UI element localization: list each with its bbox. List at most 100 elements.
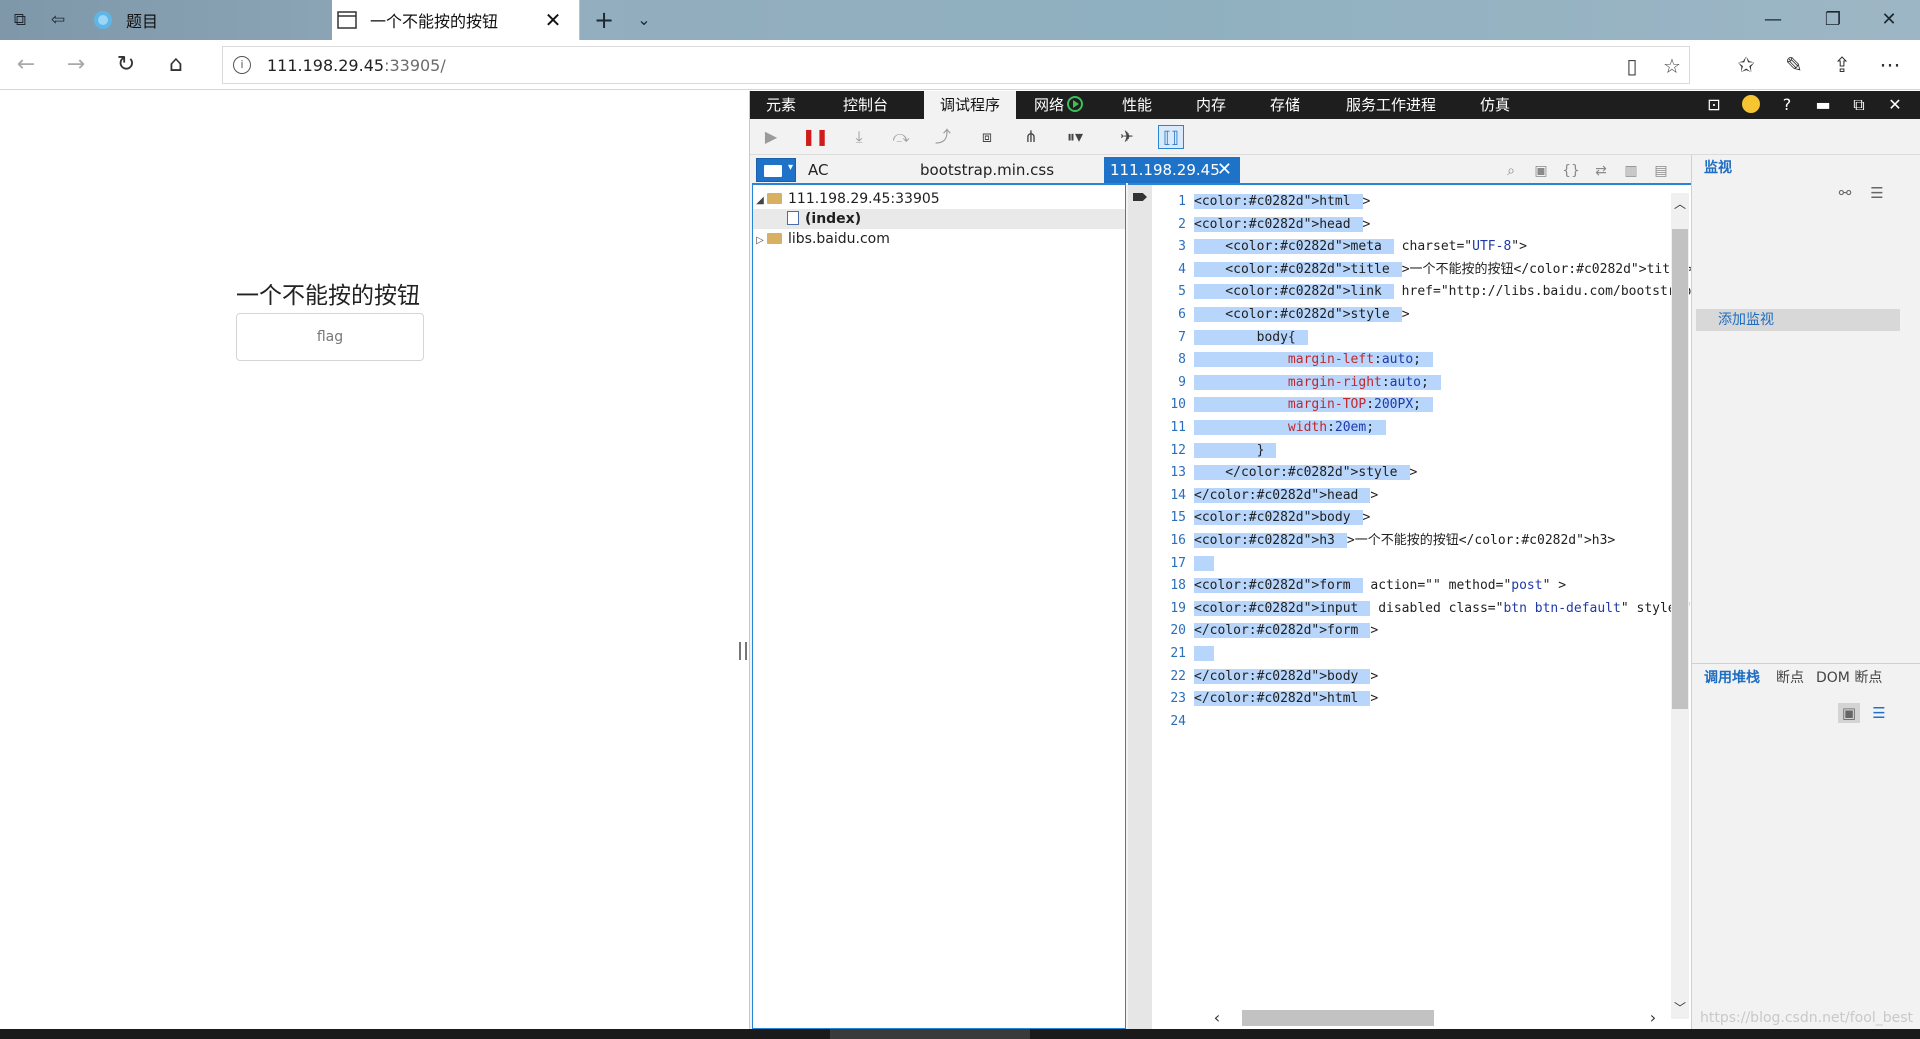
code-line[interactable]: 12 } — [1128, 440, 1688, 463]
line-number[interactable]: 24 — [1152, 711, 1186, 734]
code-line[interactable]: 24 — [1128, 711, 1688, 734]
line-number[interactable]: 4 — [1152, 259, 1186, 282]
console-toggle-icon[interactable]: ⊡ — [1701, 93, 1727, 117]
pen-icon[interactable]: ✎ — [1778, 50, 1810, 80]
scroll-up-icon[interactable]: ︿ — [1671, 195, 1689, 213]
tab-current[interactable]: 一个不能按的按钮 ✕ — [332, 0, 580, 40]
scroll-down-icon[interactable]: ﹀ — [1671, 999, 1689, 1017]
favorite-star-icon[interactable]: ☆ — [1659, 53, 1685, 79]
forward-icon[interactable]: → — [60, 50, 92, 80]
favorites-list-icon[interactable]: ✩ — [1730, 50, 1762, 80]
dock-bottom-icon[interactable]: ▬ — [1810, 93, 1836, 117]
url-text[interactable]: 111.198.29.45:33905/ — [267, 56, 446, 75]
source-map-icon[interactable]: ▤ — [1650, 161, 1672, 181]
tab-debugger[interactable]: 调试程序 — [924, 91, 1017, 119]
tree-folder-baidu[interactable]: ▷ libs.baidu.com — [753, 229, 1125, 249]
feedback-icon[interactable] — [1738, 93, 1764, 117]
code-editor[interactable]: 1 <color:#c0282d">html > 2 <color:#c0282d">h… — [1128, 183, 1692, 1029]
set-aside-tabs-icon[interactable]: ⇦ — [46, 8, 70, 32]
line-number[interactable]: 17 — [1152, 553, 1186, 576]
add-watch-button[interactable]: 添加监视 — [1696, 309, 1900, 331]
library-frames-icon[interactable]: ▣ — [1838, 703, 1860, 723]
break-on-new-worker-icon[interactable]: ⧈ — [974, 125, 1000, 149]
code-line[interactable]: 23 </color:#c0282d">html > — [1128, 688, 1688, 711]
tab-storage[interactable]: 存储 — [1270, 91, 1300, 119]
code-line[interactable]: 11 width:20em; — [1128, 417, 1688, 440]
line-number[interactable]: 1 — [1152, 191, 1186, 214]
refresh-icon[interactable]: ↻ — [110, 50, 142, 80]
save-icon[interactable]: ▣ — [1530, 161, 1552, 181]
file-tab-index[interactable]: 111.198.29.45 ✕ — [1104, 157, 1240, 183]
code-line[interactable]: 20 </color:#c0282d">form > — [1128, 620, 1688, 643]
line-number[interactable]: 3 — [1152, 236, 1186, 259]
scroll-left-icon[interactable]: ‹ — [1208, 1009, 1226, 1027]
close-icon[interactable]: ✕ — [1217, 157, 1232, 183]
line-number[interactable]: 22 — [1152, 666, 1186, 689]
new-tab-icon[interactable]: + — [590, 6, 618, 34]
delete-all-watches-icon[interactable]: ☰ — [1866, 183, 1888, 203]
tab-breakpoints[interactable]: 断点 — [1776, 668, 1804, 688]
just-my-code-icon[interactable]: ⟦⟧ — [1158, 125, 1184, 149]
expand-arrow-icon[interactable]: ◢ — [753, 191, 767, 211]
code-line[interactable]: 10 margin-TOP:200PX; — [1128, 394, 1688, 417]
close-devtools-icon[interactable]: ✕ — [1882, 93, 1908, 117]
line-number[interactable]: 15 — [1152, 507, 1186, 530]
code-line[interactable]: 5 <color:#c0282d">link href="http://libs… — [1128, 281, 1692, 304]
scroll-thumb[interactable] — [1242, 1010, 1434, 1026]
code-line[interactable]: 7 body{ — [1128, 327, 1688, 350]
minimize-icon[interactable]: — — [1750, 6, 1796, 34]
code-line[interactable]: 16 <color:#c0282d">h3 >一个不能按的按钮</color:#c0… — [1128, 530, 1688, 553]
line-number[interactable]: 8 — [1152, 349, 1186, 372]
tab-network[interactable]: 网络 — [1034, 91, 1084, 119]
undock-icon[interactable]: ⧉ — [1846, 93, 1872, 117]
file-tab-bootstrap[interactable]: bootstrap.min.css — [920, 157, 1054, 183]
line-number[interactable]: 7 — [1152, 327, 1186, 350]
step-into-icon[interactable]: ⤓ — [846, 125, 872, 149]
line-number[interactable]: 11 — [1152, 417, 1186, 440]
home-icon[interactable]: ⌂ — [160, 50, 192, 80]
tab-emulation[interactable]: 仿真 — [1480, 91, 1510, 119]
line-number[interactable]: 10 — [1152, 394, 1186, 417]
copy-stack-icon[interactable]: ☰ — [1868, 703, 1890, 723]
tab-performance[interactable]: 性能 — [1122, 91, 1152, 119]
code-line[interactable]: 1 <color:#c0282d">html > — [1128, 191, 1688, 214]
line-number[interactable]: 12 — [1152, 440, 1186, 463]
tab-memory[interactable]: 内存 — [1196, 91, 1226, 119]
code-line[interactable]: 15 <color:#c0282d">body > — [1128, 507, 1688, 530]
share-icon[interactable]: ⇪ — [1826, 50, 1858, 80]
code-line[interactable]: 14 </color:#c0282d">head > — [1128, 485, 1688, 508]
line-number[interactable]: 9 — [1152, 372, 1186, 395]
address-bar[interactable]: i 111.198.29.45:33905/ ▯ ☆ — [222, 46, 1690, 84]
pause-icon[interactable]: ❚❚ — [802, 125, 829, 149]
tab-callstack[interactable]: 调用堆栈 — [1704, 668, 1760, 688]
line-number[interactable]: 21 — [1152, 643, 1186, 666]
scroll-thumb[interactable] — [1672, 229, 1688, 709]
code-line[interactable]: 19 <color:#c0282d">input disabled class="… — [1128, 598, 1692, 621]
line-number[interactable]: 2 — [1152, 214, 1186, 237]
code-line[interactable]: 17 — [1128, 553, 1688, 576]
line-number[interactable]: 5 — [1152, 281, 1186, 304]
file-tab-ac[interactable]: AC — [808, 157, 828, 183]
line-number[interactable]: 20 — [1152, 620, 1186, 643]
tree-file-index[interactable]: (index) — [753, 209, 1125, 229]
step-over-icon[interactable]: ⤼ — [888, 125, 914, 149]
pretty-print-icon[interactable]: {} — [1560, 161, 1582, 181]
info-icon[interactable]: i — [233, 56, 251, 74]
code-line[interactable]: 9 margin-right:auto; — [1128, 372, 1688, 395]
word-wrap-icon[interactable]: ⇄ — [1590, 161, 1612, 181]
line-number[interactable]: 23 — [1152, 688, 1186, 711]
code-line[interactable]: 3 <color:#c0282d">meta charset="UTF-8"> — [1128, 236, 1688, 259]
tab-dom-breakpoints[interactable]: DOM 断点 — [1816, 668, 1882, 688]
pane-splitter[interactable] — [739, 642, 747, 660]
taskbar-item[interactable] — [830, 1029, 1030, 1039]
code-line[interactable]: 18 <color:#c0282d">form action="" method=… — [1128, 575, 1688, 598]
tab-manager-icon[interactable]: ⧉ — [8, 8, 32, 32]
collapse-arrow-icon[interactable]: ▷ — [753, 231, 767, 251]
continue-icon[interactable]: ▶ — [758, 125, 784, 149]
back-icon[interactable]: ← — [10, 50, 42, 80]
tab-topic[interactable]: 题目 — [88, 0, 328, 40]
tab-service-workers[interactable]: 服务工作进程 — [1346, 91, 1436, 119]
code-line[interactable]: 2 <color:#c0282d">head > — [1128, 214, 1688, 237]
line-number[interactable]: 16 — [1152, 530, 1186, 553]
line-number[interactable]: 6 — [1152, 304, 1186, 327]
